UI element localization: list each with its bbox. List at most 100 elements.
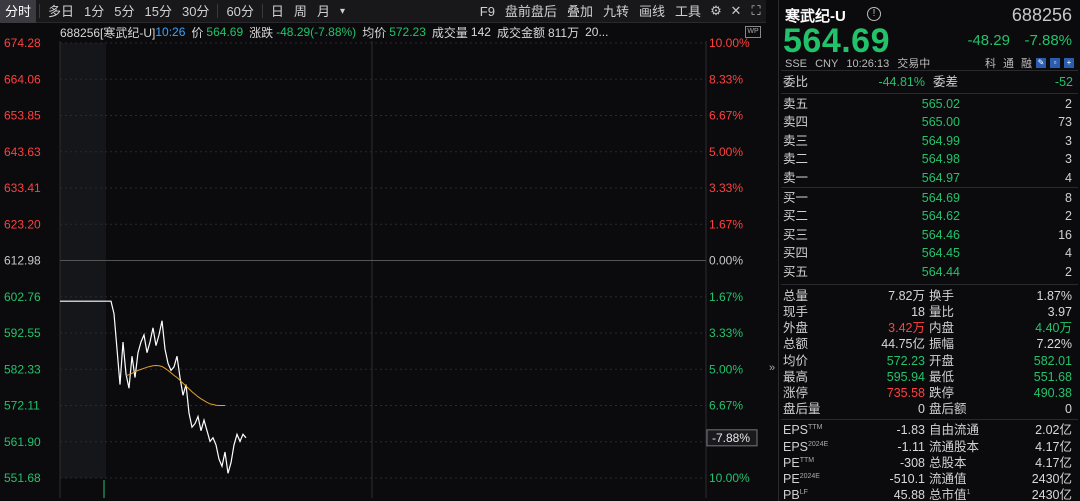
toolbar-action-1[interactable]: 盘前盘后	[500, 0, 562, 23]
tab-period-4[interactable]: 15分	[140, 0, 177, 23]
asks-level-row[interactable]: 卖四 565.00 73	[779, 113, 1080, 131]
asks-level-volume: 73	[1058, 115, 1072, 130]
close-icon[interactable]: ✕	[726, 0, 746, 23]
asks-level-price: 565.00	[921, 115, 960, 130]
gear-icon[interactable]: ⚙	[706, 0, 726, 23]
asks-level-volume: 4	[1065, 170, 1072, 185]
fundamental-label: 总市值1	[929, 487, 970, 501]
stock-code: 688256	[1011, 5, 1072, 25]
tag-rong: 融	[1021, 58, 1032, 70]
quote-header: 寒武纪-U ! 688256 564.69 -48.29 -7.88% SSE …	[779, 0, 1080, 70]
stat-value: 735.58	[886, 386, 925, 401]
stat-label: 跌停	[929, 386, 955, 401]
fundamental-label-text: EPS	[783, 423, 809, 438]
stats-row: 盘后量 0 盘后额 0	[779, 401, 1080, 417]
stat-label: 现手	[783, 305, 809, 320]
bids-level-volume: 2	[1065, 264, 1072, 279]
bid-book: 买一 564.69 8 买二 564.62 2 买三 564.46 16 买四 564.45 4 买五 5…	[779, 188, 1080, 281]
asks-level-price: 564.98	[921, 152, 960, 167]
info-price-label: 价	[191, 25, 204, 40]
info-avg-label: 均价	[362, 25, 387, 40]
asks-level-row[interactable]: 卖一 564.97 4	[779, 169, 1080, 187]
bids-level-row[interactable]: 买四 564.45 4	[779, 244, 1080, 262]
toolbar-separator	[39, 4, 41, 18]
stat-label: 振幅	[929, 337, 955, 352]
fundamental-row: EPS2024E -1.11 流通股本 4.17亿	[779, 439, 1080, 455]
y-tick-label-left: 572.11	[4, 399, 40, 413]
weibi-label: 委比	[783, 75, 809, 89]
add-icon[interactable]: +	[1064, 58, 1074, 68]
fundamental-label-text: PE	[783, 455, 800, 470]
tab-period-9[interactable]: 月	[312, 0, 335, 23]
info-change: -48.29(-7.88%)	[276, 25, 357, 39]
currency: CNY	[815, 58, 839, 70]
price-change-pct: -7.88%	[1024, 32, 1072, 49]
toolbar-action-0[interactable]: F9	[475, 0, 500, 23]
asks-level-label: 卖三	[783, 133, 809, 148]
bids-level-price: 564.45	[921, 246, 960, 261]
y-tick-label-right: 10.00%	[709, 471, 750, 485]
more-periods-button[interactable]: ▾	[335, 0, 350, 23]
bids-level-row[interactable]: 买五 564.44 2	[779, 263, 1080, 281]
tab-period-2[interactable]: 1分	[79, 0, 109, 23]
stat-label: 盘后量	[783, 402, 821, 417]
current-value-label: -7.88%	[712, 431, 750, 445]
toolbar-action-4[interactable]: 画线	[634, 0, 670, 23]
bids-level-label: 买五	[783, 264, 809, 279]
toolbar-action-3[interactable]: 九转	[598, 0, 634, 23]
tab-period-1[interactable]: 多日	[43, 0, 79, 23]
window-icon[interactable]: ▫	[1050, 58, 1060, 68]
y-tick-label-left: 602.76	[4, 290, 41, 304]
intraday-chart[interactable]: 674.28 10.00% 664.06 8.33% 653.85 6.67% 643.63…	[0, 23, 766, 501]
stat-value: 490.38	[1033, 386, 1072, 401]
stat-value: 572.23	[886, 353, 925, 368]
bids-level-row[interactable]: 买二 564.62 2	[779, 207, 1080, 225]
stock-tags: 科 通 融 ✎ ▫ +	[978, 55, 1074, 71]
toolbar-separator	[217, 4, 219, 18]
bids-level-volume: 4	[1065, 246, 1072, 261]
fundamental-label-text: EPS	[783, 439, 809, 454]
info-icon[interactable]: !	[867, 7, 881, 21]
toolbar-actions: F9 盘前盘后 叠加 九转 画线 工具 ⚙ ✕ ⛶	[475, 0, 766, 23]
stat-value: 3.42万	[888, 321, 925, 336]
bids-level-volume: 2	[1065, 209, 1072, 224]
asks-level-volume: 2	[1065, 97, 1072, 111]
edit-icon[interactable]: ✎	[1036, 58, 1046, 68]
y-tick-label-left: 643.63	[4, 145, 41, 159]
tab-period-5[interactable]: 30分	[177, 0, 214, 23]
asks-level-row[interactable]: 卖二 564.98 3	[779, 150, 1080, 168]
y-tick-label-left: 582.33	[4, 362, 41, 376]
tab-period-3[interactable]: 5分	[109, 0, 139, 23]
stat-label: 总量	[783, 288, 809, 303]
tab-period-7[interactable]: 日	[266, 0, 289, 23]
asks-level-row[interactable]: 卖五 565.02 2	[779, 95, 1080, 113]
stats-row: 均价 572.23 开盘 582.01	[779, 353, 1080, 369]
asks-level-row[interactable]: 卖三 564.99 3	[779, 132, 1080, 150]
fundamental-label-suffix: 1	[966, 489, 971, 497]
fundamental-row: PBLF 45.88 总市值1 2430亿	[779, 487, 1080, 501]
y-tick-label-right: 8.33%	[709, 72, 743, 86]
fundamental-value: 2.02亿	[1035, 423, 1072, 438]
fundamental-label-text: 总股本	[929, 455, 967, 470]
bids-level-row[interactable]: 买三 564.46 16	[779, 226, 1080, 244]
toolbar-action-2[interactable]: 叠加	[562, 0, 598, 23]
toolbar-separator	[261, 4, 263, 18]
bids-level-volume: 8	[1065, 190, 1072, 205]
fundamental-label: PETTM	[783, 455, 814, 471]
collapse-panel-icon[interactable]: »	[767, 360, 777, 376]
toolbar-action-5[interactable]: 工具	[670, 0, 706, 23]
tag-tong: 通	[1003, 58, 1014, 70]
fundamental-row: PETTM -308 总股本 4.17亿	[779, 455, 1080, 471]
y-tick-label-left: 653.85	[4, 109, 41, 123]
stats-table: 总量 7.82万 换手 1.87% 现手 18 量比 3.97 外盘 3.42万 内盘 4.40万 总额…	[779, 285, 1080, 418]
bids-level-row[interactable]: 买一 564.69 8	[779, 189, 1080, 207]
y-tick-label-right: 6.67%	[709, 109, 743, 123]
tab-period-0[interactable]: 分时	[0, 0, 37, 23]
wp-badge-icon[interactable]: WP	[745, 26, 761, 38]
y-tick-label-right: 3.33%	[709, 181, 743, 195]
fundamental-label: PE2024E	[783, 471, 820, 487]
fullscreen-icon[interactable]: ⛶	[746, 0, 766, 23]
tab-period-8[interactable]: 周	[289, 0, 312, 23]
tab-period-6[interactable]: 60分	[221, 0, 258, 23]
asks-level-label: 卖二	[783, 152, 809, 167]
